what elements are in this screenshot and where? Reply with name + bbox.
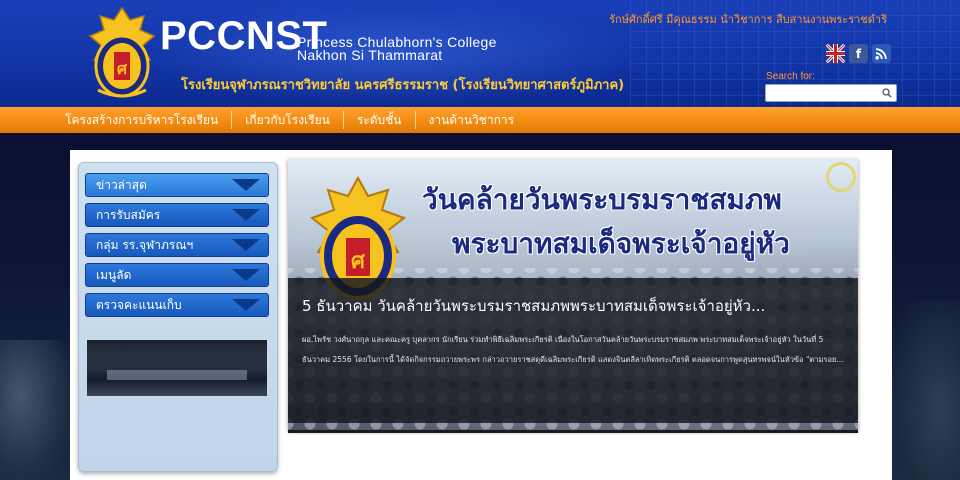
featured-news-slider[interactable]: ศ วันคล้ายวันพระบรมราชสมภพ พระบาทสมเด็จพ…: [288, 158, 858, 430]
sidebar-item-admissions[interactable]: การรับสมัคร: [85, 203, 269, 227]
sidebar-item-label: เมนูลัด: [96, 268, 132, 282]
social-links: f: [826, 44, 891, 63]
svg-text:ศ: ศ: [351, 249, 366, 274]
chevron-down-icon: [232, 239, 260, 251]
featured-headline-line2: พระบาทสมเด็จพระเจ้าอยู่หัว: [452, 227, 790, 260]
search-input[interactable]: [768, 86, 880, 100]
thumbnail-trees: [87, 340, 267, 370]
uk-flag-icon[interactable]: [826, 44, 845, 63]
chevron-down-icon: [232, 209, 260, 221]
svg-text:ศ: ศ: [117, 59, 128, 78]
featured-caption: 5 ธันวาคม วันคล้ายวันพระบรมราชสมภพพระบาท…: [288, 278, 858, 423]
nav-item-grade-levels[interactable]: ระดับชั้น: [344, 107, 415, 133]
search-label: Search for:: [766, 71, 815, 82]
search-box: [765, 84, 897, 102]
main-nav: โครงสร้างการบริหารโรงเรียน เกี่ยวกับโรงเ…: [0, 107, 960, 133]
brand-thai-name: โรงเรียนจุฬาภรณราชวิทยาลัย นครศรีธรรมราช…: [181, 78, 625, 93]
search-icon[interactable]: [880, 86, 894, 100]
sidebar-item-label: ตรวจคะแนนเก็บ: [96, 298, 182, 312]
background-scenery: [0, 340, 70, 480]
featured-caption-title[interactable]: 5 ธันวาคม วันคล้ายวันพระบรมราชสมภพพระบาท…: [302, 294, 842, 318]
nav-item-academics[interactable]: งานด้านวิชาการ: [416, 107, 528, 133]
sidebar-item-school-group[interactable]: กลุ่ม รร.จุฬาภรณฯ: [85, 233, 269, 257]
rss-icon[interactable]: [872, 44, 891, 63]
featured-caption-body: ผอ.ไพรัช วงศ์นาถกุล และคณะครู บุคลากร นั…: [302, 335, 844, 364]
sidebar-item-label: กลุ่ม รร.จุฬาภรณฯ: [96, 238, 194, 252]
school-crest-logo[interactable]: ศ: [86, 6, 158, 102]
sidebar-item-check-scores[interactable]: ตรวจคะแนนเก็บ: [85, 293, 269, 317]
sidebar-thumbnail-image[interactable]: [87, 340, 267, 396]
thumbnail-water-reflection: [107, 370, 247, 380]
featured-headline-line1: วันคล้ายวันพระบรมราชสมภพ: [422, 183, 782, 216]
background-scenery: [890, 300, 960, 480]
sidebar-item-label: ข่าวล่าสุด: [96, 178, 147, 192]
sidebar-item-label: การรับสมัคร: [96, 208, 161, 222]
sidebar-item-latest-news[interactable]: ข่าวล่าสุด: [85, 173, 269, 197]
nav-item-about[interactable]: เกี่ยวกับโรงเรียน: [232, 107, 343, 133]
site-header: ศ PCCNST Princess Chulabhorn's College N…: [0, 0, 960, 107]
nav-item-administration[interactable]: โครงสร้างการบริหารโรงเรียน: [52, 107, 231, 133]
school-motto: รักษ์ศักดิ์ศรี มีคุณธรรม นำวิชาการ สืบสา…: [609, 13, 887, 26]
facebook-icon[interactable]: f: [849, 44, 868, 63]
sidebar-menu: ข่าวล่าสุด การรับสมัคร กลุ่ม รร.จุฬาภรณฯ…: [85, 173, 269, 323]
chevron-down-icon: [232, 269, 260, 281]
facebook-glyph: f: [855, 46, 862, 61]
main-content: ข่าวล่าสุด การรับสมัคร กลุ่ม รร.จุฬาภรณฯ…: [70, 150, 892, 480]
chevron-down-icon: [232, 179, 260, 191]
slider-bottom-border: [288, 430, 858, 433]
sidebar: ข่าวล่าสุด การรับสมัคร กลุ่ม รร.จุฬาภรณฯ…: [78, 162, 278, 472]
slider-decoration: [826, 162, 856, 192]
chevron-down-icon: [232, 299, 260, 311]
sidebar-item-shortcuts[interactable]: เมนูลัด: [85, 263, 269, 287]
brand-subtitle-line2: Nakhon Si Thammarat: [297, 47, 443, 63]
